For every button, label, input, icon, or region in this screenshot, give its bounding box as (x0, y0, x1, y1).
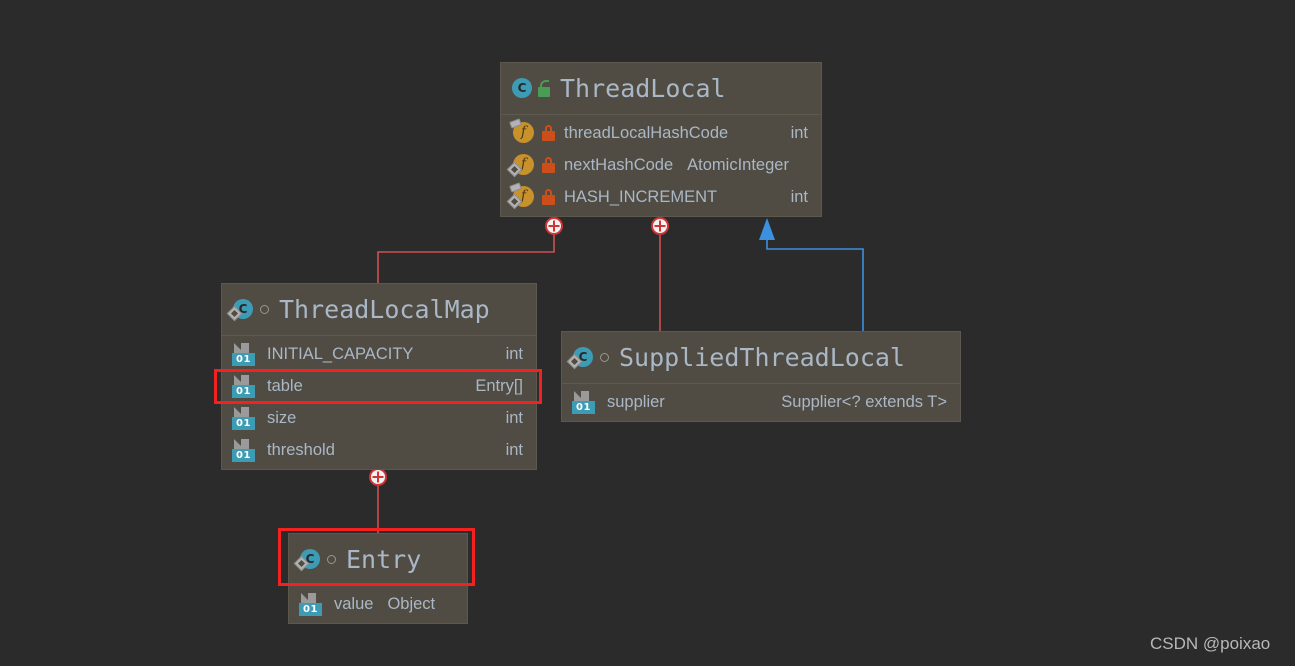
member-type: Object (387, 594, 436, 613)
member-name: size (267, 408, 297, 427)
watermark-label: CSDN @poixao (1150, 634, 1271, 653)
uml-diagram-canvas: C ThreadLocal f threadLocalHashCode int … (0, 0, 1295, 666)
class-name-suppliedthreadlocal: SuppliedThreadLocal (619, 343, 905, 372)
member-row[interactable]: 01 value Object (289, 588, 467, 620)
member-row[interactable]: f nextHashCode AtomicInteger (501, 149, 821, 181)
member-name: table (267, 376, 303, 395)
property-icon: 01 (298, 593, 326, 616)
lock-icon (542, 157, 555, 173)
plus-circle-marker (369, 468, 387, 486)
triangle-arrow-marker (759, 218, 775, 240)
member-row[interactable]: f HASH_INCREMENT int (501, 181, 821, 213)
visibility-dot-icon (260, 304, 271, 315)
class-icon: C (293, 548, 320, 571)
property-icon: 01 (231, 343, 259, 366)
property-icon: 01 (231, 407, 259, 430)
class-box-threadlocal[interactable]: C ThreadLocal f threadLocalHashCode int … (500, 62, 822, 217)
unlock-icon (537, 80, 553, 97)
class-header-entry[interactable]: C Entry (289, 534, 467, 586)
class-header-threadlocal[interactable]: C ThreadLocal (501, 63, 821, 115)
class-name-threadlocalmap: ThreadLocalMap (279, 295, 490, 324)
relation-suppliedthreadlocal-innerclass (651, 217, 669, 331)
member-name: threadLocalHashCode (564, 123, 729, 142)
property-icon: 01 (231, 375, 259, 398)
member-type: Entry[] (475, 376, 523, 395)
class-header-threadlocalmap[interactable]: C ThreadLocalMap (222, 284, 536, 336)
member-type: int (790, 123, 808, 142)
member-type: AtomicInteger (687, 155, 789, 174)
member-name: supplier (607, 392, 665, 411)
member-type: Supplier<? extends T> (781, 392, 947, 411)
member-type: int (505, 408, 523, 427)
field-icon: f (509, 118, 534, 144)
member-row[interactable]: 01 INITIAL_CAPACITY int (222, 338, 536, 370)
property-icon: 01 (231, 439, 259, 462)
member-name: nextHashCode (564, 155, 674, 174)
visibility-dot-icon (327, 554, 338, 565)
member-row[interactable]: f threadLocalHashCode int (501, 117, 821, 149)
lock-icon (542, 189, 555, 205)
class-name-entry: Entry (346, 545, 422, 574)
member-row[interactable]: 01 threshold int (222, 434, 536, 466)
class-icon: C (510, 77, 532, 100)
member-name: HASH_INCREMENT (564, 187, 718, 206)
field-icon: f (506, 182, 534, 210)
class-members-threadlocalmap: 01 INITIAL_CAPACITY int 01 table Entry[]… (222, 336, 536, 469)
lock-icon (542, 125, 555, 141)
member-name: threshold (267, 440, 335, 459)
member-row[interactable]: 01 supplier Supplier<? extends T> (562, 386, 960, 418)
class-icon: C (226, 298, 253, 321)
relation-suppliedthreadlocal-inheritance (759, 218, 864, 331)
class-box-entry[interactable]: C Entry 01 value Object (288, 533, 468, 624)
member-row-table[interactable]: 01 table Entry[] (222, 370, 536, 402)
plus-circle-marker (651, 217, 669, 235)
class-members-threadlocal: f threadLocalHashCode int f nextHashCode… (501, 115, 821, 216)
plus-circle-marker (545, 217, 563, 235)
class-header-suppliedthreadlocal[interactable]: C SuppliedThreadLocal (562, 332, 960, 384)
class-box-threadlocalmap[interactable]: C ThreadLocalMap 01 INITIAL_CAPACITY int… (221, 283, 537, 470)
visibility-dot-icon (600, 352, 611, 363)
member-name: INITIAL_CAPACITY (267, 344, 414, 363)
relation-entry-innerclass (369, 468, 387, 533)
field-icon: f (506, 154, 534, 178)
class-icon: C (566, 346, 593, 369)
class-members-suppliedthreadlocal: 01 supplier Supplier<? extends T> (562, 384, 960, 421)
property-icon: 01 (571, 391, 599, 414)
class-members-entry: 01 value Object (289, 586, 467, 623)
member-type: int (790, 187, 808, 206)
relation-threadlocalmap-innerclass (377, 217, 563, 283)
class-name-threadlocal: ThreadLocal (560, 74, 726, 103)
member-name: value (334, 594, 374, 613)
member-type: int (505, 344, 523, 363)
member-type: int (505, 440, 523, 459)
member-row[interactable]: 01 size int (222, 402, 536, 434)
class-box-suppliedthreadlocal[interactable]: C SuppliedThreadLocal 01 supplier Suppli… (561, 331, 961, 422)
